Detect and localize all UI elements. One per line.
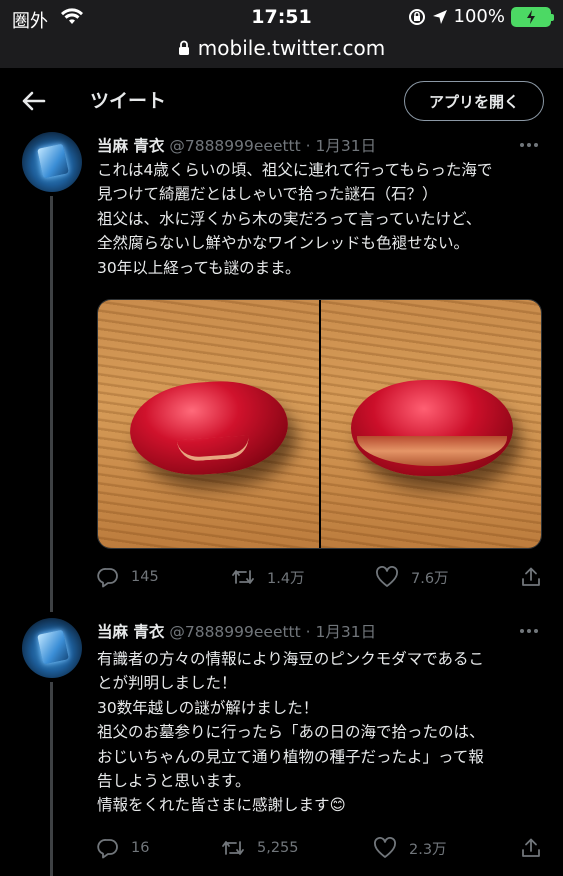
page-title: ツイート xyxy=(90,90,167,112)
retweet-button[interactable]: 5,255 xyxy=(221,837,299,859)
tweet-line: 全然腐らないし鮮やかなワインレッドも色褪せない。 xyxy=(97,234,470,253)
battery-icon xyxy=(511,6,554,27)
back-arrow-icon[interactable] xyxy=(20,88,46,114)
reply-button[interactable]: 16 xyxy=(97,837,149,859)
retweet-count: 1.4万 xyxy=(267,570,305,587)
like-button[interactable]: 2.3万 xyxy=(373,837,447,859)
lock-icon xyxy=(178,40,189,55)
share-button[interactable] xyxy=(520,837,542,859)
reply-button[interactable]: 145 xyxy=(97,566,159,588)
author-name[interactable]: 当麻 青衣 xyxy=(97,623,164,641)
tweet-meta: 当麻 青衣 @7888999eeettt · 1月31日 xyxy=(97,620,376,642)
retweet-button[interactable]: 1.4万 xyxy=(231,566,305,588)
tweet-line: 見つけて綺麗だとはしゃいで拾った謎石（石？） xyxy=(97,185,438,204)
like-count: 7.6万 xyxy=(411,570,449,587)
seed-photo-right[interactable] xyxy=(320,300,541,548)
battery-percent: 100% xyxy=(453,6,505,27)
tweet-line: 告しようと思います。 xyxy=(97,772,251,791)
tweet-line: 30数年越しの謎が解けました！ xyxy=(97,698,319,717)
tweet-line: おじいちゃんの見立て通り植物の種子だったよ」って報 xyxy=(97,747,484,766)
tweet-line: 有識者の方々の情報により海豆のピンクモダマであるこ xyxy=(97,650,485,668)
share-icon xyxy=(522,838,540,857)
author-handle[interactable]: @7888999eeettt xyxy=(169,623,300,641)
meta-separator: · xyxy=(305,137,311,155)
tweet-text: 有識者の方々の情報により海豆のピンクモダマであるこ とが判明しました！ 30数年… xyxy=(97,647,552,818)
reply-icon xyxy=(97,568,118,588)
tweet-actions: 16 5,255 2.3万 xyxy=(97,837,547,861)
tweet-line: 祖父は、水に浮くから木の実だろって言っていたけど、 xyxy=(97,209,482,228)
tweet-text: これは4歳くらいの頃、祖父に連れて行ってもらった海で 見つけて綺麗だとはしゃいで… xyxy=(97,158,552,280)
tweet-line: 祖父のお墓参りに行ったら「あの日の海で拾ったのは、 xyxy=(97,723,485,742)
retweet-icon xyxy=(232,570,254,584)
avatar[interactable] xyxy=(22,132,82,192)
retweet-icon xyxy=(222,841,244,855)
meta-separator: · xyxy=(305,623,311,641)
status-bar: 圏外 17:51 100% xyxy=(0,0,563,36)
location-icon xyxy=(432,9,447,24)
like-button[interactable]: 7.6万 xyxy=(375,566,449,588)
status-right: 100% xyxy=(408,6,554,27)
thread-line xyxy=(50,196,53,612)
browser-url-bar[interactable]: mobile.twitter.com xyxy=(0,36,563,68)
thread-line xyxy=(50,682,53,876)
like-count: 2.3万 xyxy=(409,841,447,858)
author-handle[interactable]: @7888999eeettt xyxy=(169,137,300,155)
tweet[interactable]: 当麻 青衣 @7888999eeettt · 1月31日 これは4歳くらいの頃、… xyxy=(0,132,563,612)
reply-count: 16 xyxy=(131,840,150,856)
author-name[interactable]: 当麻 青衣 xyxy=(97,137,164,155)
share-icon xyxy=(522,567,540,586)
retweet-count: 5,255 xyxy=(257,840,299,856)
heart-icon xyxy=(376,566,398,587)
tweet-meta: 当麻 青衣 @7888999eeettt · 1月31日 xyxy=(97,134,376,156)
more-options-icon[interactable] xyxy=(520,140,542,150)
tweet-date[interactable]: 1月31日 xyxy=(316,137,377,155)
orientation-lock-icon xyxy=(408,8,425,25)
tweet-line: 情報をくれた皆さまに感謝します😊 xyxy=(97,796,346,815)
avatar[interactable] xyxy=(22,618,82,678)
tweet[interactable]: 当麻 青衣 @7888999eeettt · 1月31日 有識者の方々の情報によ… xyxy=(0,618,563,876)
page-header: ツイート アプリを開く xyxy=(0,68,563,132)
tweet-media[interactable] xyxy=(97,299,542,549)
reply-icon xyxy=(97,839,118,859)
seed-photo-left[interactable] xyxy=(98,300,319,548)
open-app-button[interactable]: アプリを開く xyxy=(404,81,544,121)
tweet-date[interactable]: 1月31日 xyxy=(316,623,377,641)
share-button[interactable] xyxy=(520,566,542,588)
reply-count: 145 xyxy=(131,569,159,585)
heart-icon xyxy=(374,837,396,858)
tweet-line: とが判明しました！ xyxy=(97,674,237,693)
tweet-actions: 145 1.4万 7.6万 xyxy=(97,566,547,590)
tweet-line: 30年以上経っても謎のまま。 xyxy=(97,258,301,277)
more-options-icon[interactable] xyxy=(520,626,542,636)
url-text: mobile.twitter.com xyxy=(197,36,386,60)
tweet-line: これは4歳くらいの頃、祖父に連れて行ってもらった海で xyxy=(97,161,493,179)
